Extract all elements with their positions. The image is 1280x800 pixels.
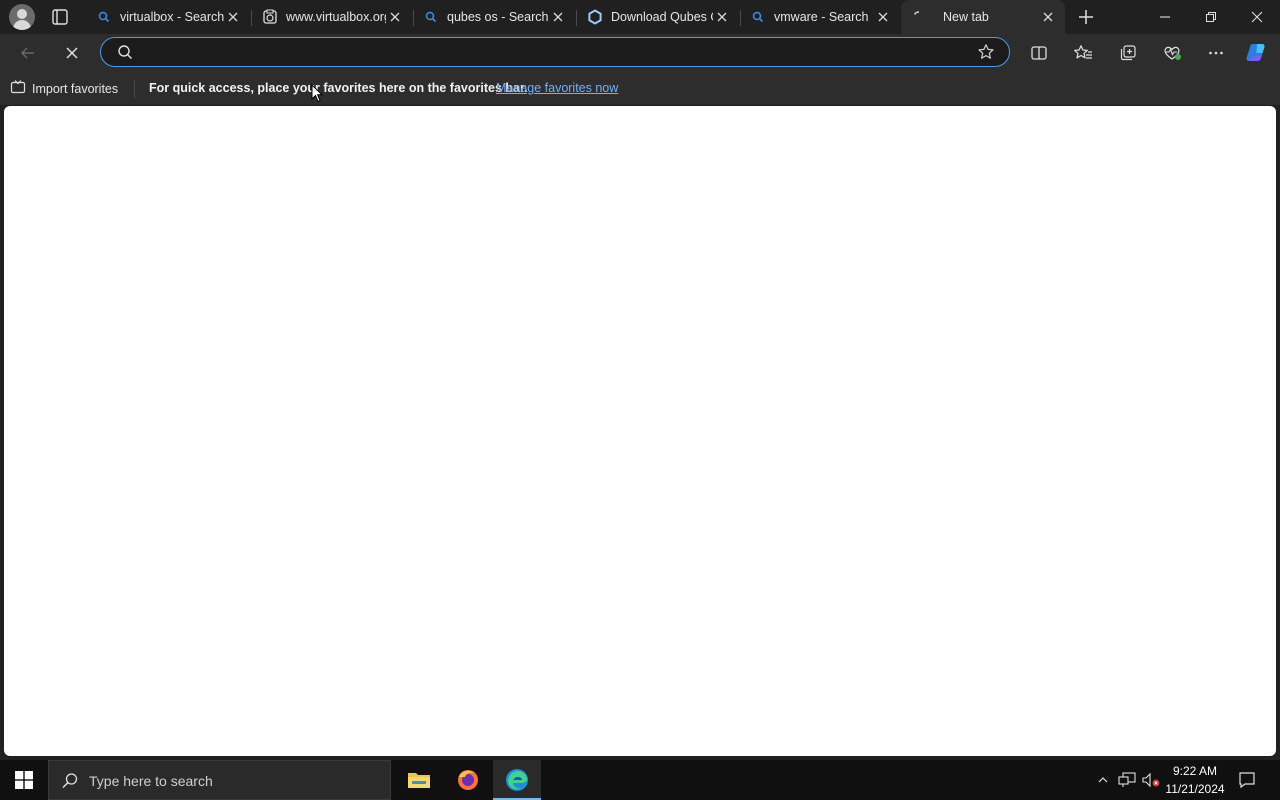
search-icon — [117, 44, 133, 65]
edge-icon[interactable] — [493, 760, 541, 800]
tab-new-tab[interactable]: New tab — [901, 0, 1065, 34]
mouse-cursor-icon — [311, 83, 324, 108]
split-screen-icon[interactable] — [1025, 39, 1053, 67]
tab-title: www.virtualbox.org — [286, 10, 386, 24]
virtualbox-icon — [262, 9, 278, 25]
tab-virtualbox-org[interactable]: www.virtualbox.org — [252, 0, 412, 34]
firefox-icon[interactable] — [444, 760, 492, 800]
tab-actions-icon[interactable] — [48, 6, 72, 28]
tab-vmware-search[interactable]: vmware - Search — [740, 0, 900, 34]
browser-essentials-icon[interactable] — [1158, 39, 1186, 67]
close-tab-icon[interactable] — [1039, 8, 1057, 26]
favorites-icon[interactable] — [1069, 39, 1097, 67]
tab-title: vmware - Search — [774, 10, 869, 24]
address-bar[interactable] — [100, 37, 1010, 67]
collections-icon[interactable] — [1114, 39, 1142, 67]
tab-virtualbox-search[interactable]: virtualbox - Search — [86, 0, 250, 34]
navigation-toolbar — [0, 34, 1280, 72]
network-icon[interactable] — [1116, 760, 1138, 800]
stop-loading-icon[interactable] — [58, 39, 86, 67]
profile-avatar-icon[interactable] — [9, 4, 35, 30]
favorites-divider — [134, 80, 135, 98]
tab-title: virtualbox - Search — [120, 10, 224, 24]
close-tab-icon[interactable] — [713, 8, 731, 26]
search-icon — [96, 9, 112, 25]
taskbar-clock[interactable]: 9:22 AM 11/21/2024 — [1162, 762, 1228, 798]
windows-start-icon[interactable] — [0, 760, 48, 800]
tab-qubes-search[interactable]: qubes os - Search — [413, 0, 575, 34]
address-input[interactable] — [145, 42, 969, 64]
import-favorites-button[interactable]: Import favorites — [10, 79, 118, 98]
volume-muted-icon[interactable] — [1140, 760, 1162, 800]
tab-strip: virtualbox - Search www.virtualbox.org q… — [0, 0, 1280, 34]
import-favorites-label: Import favorites — [32, 81, 119, 96]
manage-favorites-link[interactable]: Manage favorites now — [496, 81, 618, 95]
clock-date: 11/21/2024 — [1165, 782, 1225, 796]
close-tab-icon[interactable] — [224, 8, 242, 26]
settings-more-icon[interactable] — [1202, 39, 1230, 67]
tab-title: qubes os - Search — [447, 10, 549, 24]
close-window-icon[interactable] — [1234, 0, 1280, 34]
loading-icon — [911, 9, 927, 25]
qubes-icon — [587, 9, 603, 25]
search-icon — [750, 9, 766, 25]
new-tab-plus-icon[interactable] — [1074, 6, 1098, 28]
notifications-icon[interactable] — [1236, 760, 1258, 800]
file-explorer-icon[interactable] — [395, 760, 443, 800]
import-icon — [10, 79, 32, 98]
search-icon — [423, 9, 439, 25]
show-hidden-icons-chevron-icon[interactable] — [1094, 760, 1112, 800]
minimize-window-icon[interactable] — [1142, 0, 1188, 34]
restore-window-icon[interactable] — [1188, 0, 1234, 34]
copilot-icon[interactable] — [1243, 39, 1271, 67]
close-tab-icon[interactable] — [549, 8, 567, 26]
tab-title: New tab — [943, 10, 989, 24]
clock-time: 9:22 AM — [1172, 764, 1218, 778]
favorites-bar: Import favorites For quick access, place… — [0, 72, 1280, 105]
taskbar-search-placeholder: Type here to search — [89, 773, 213, 789]
tab-download-qubes[interactable]: Download Qubes OS — [577, 0, 739, 34]
add-favorite-star-icon[interactable] — [977, 43, 995, 66]
windows-taskbar: Type here to search 9:22 AM 11/21/2024 — [0, 760, 1280, 800]
close-tab-icon[interactable] — [386, 8, 404, 26]
taskbar-search-box[interactable]: Type here to search — [48, 760, 391, 800]
search-icon — [61, 772, 79, 795]
tab-title: Download Qubes OS — [611, 10, 713, 24]
favorites-bar-message: For quick access, place your favorites h… — [149, 81, 528, 95]
back-arrow-icon[interactable] — [14, 39, 42, 67]
close-tab-icon[interactable] — [874, 8, 892, 26]
page-content — [4, 106, 1276, 756]
